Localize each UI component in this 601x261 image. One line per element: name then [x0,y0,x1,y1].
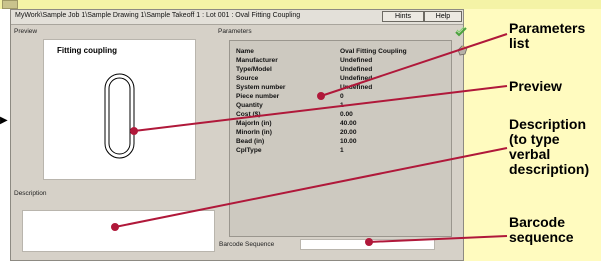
arrow-description-dot [111,223,119,231]
arrow-description [114,147,508,228]
arrow-parameters-dot [317,92,325,100]
arrow-parameters [320,33,508,97]
arrow-barcode-dot [365,238,373,246]
callout-arrows [111,33,508,246]
arrow-barcode [368,235,508,243]
arrow-preview-dot [130,127,138,135]
